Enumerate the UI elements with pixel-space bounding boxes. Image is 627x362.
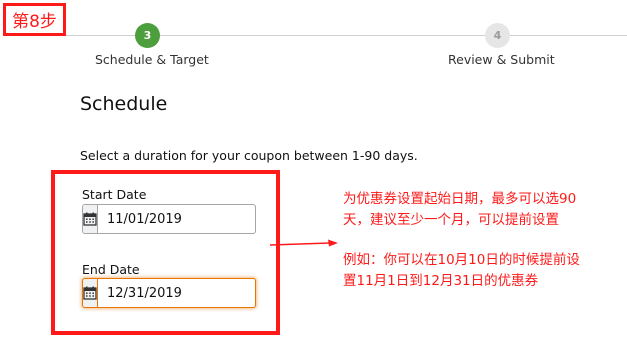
annotation-note-example: 例如：你可以在10月10日的时候提前设 置11月1日到12月31日的优惠券 [343, 250, 580, 292]
start-date-field[interactable] [82, 204, 277, 234]
end-date-input[interactable] [98, 279, 277, 307]
annotation-arrow-icon [269, 239, 338, 247]
annotation-note-date-range: 为优惠券设置起始日期，最多可以选90 天，建议至少一个月，可以提前设置 [343, 189, 576, 231]
duration-instruction: Select a duration for your coupon betwee… [80, 148, 418, 163]
calendar-icon[interactable] [83, 279, 98, 307]
step-3-indicator: 3 [135, 23, 160, 48]
step-4-label: Review & Submit [448, 52, 555, 67]
step-4-indicator: 4 [485, 23, 510, 48]
step-annotation-tag: 第8步 [3, 3, 66, 36]
start-date-input[interactable] [98, 205, 277, 233]
section-title: Schedule [80, 93, 168, 115]
end-date-label: End Date [82, 262, 140, 277]
calendar-icon[interactable] [83, 205, 98, 233]
annotation-note-line: 天，建议至少一个月，可以提前设置 [343, 212, 559, 228]
start-date-label: Start Date [82, 187, 147, 202]
annotation-note-line: 例如：你可以在10月10日的时候提前设 [343, 252, 580, 268]
annotation-note-line: 为优惠券设置起始日期，最多可以选90 [343, 191, 577, 207]
annotation-note-line: 置11月1日到12月31日的优惠券 [343, 273, 539, 289]
end-date-field[interactable] [82, 278, 277, 308]
step-3-label: Schedule & Target [95, 52, 209, 67]
